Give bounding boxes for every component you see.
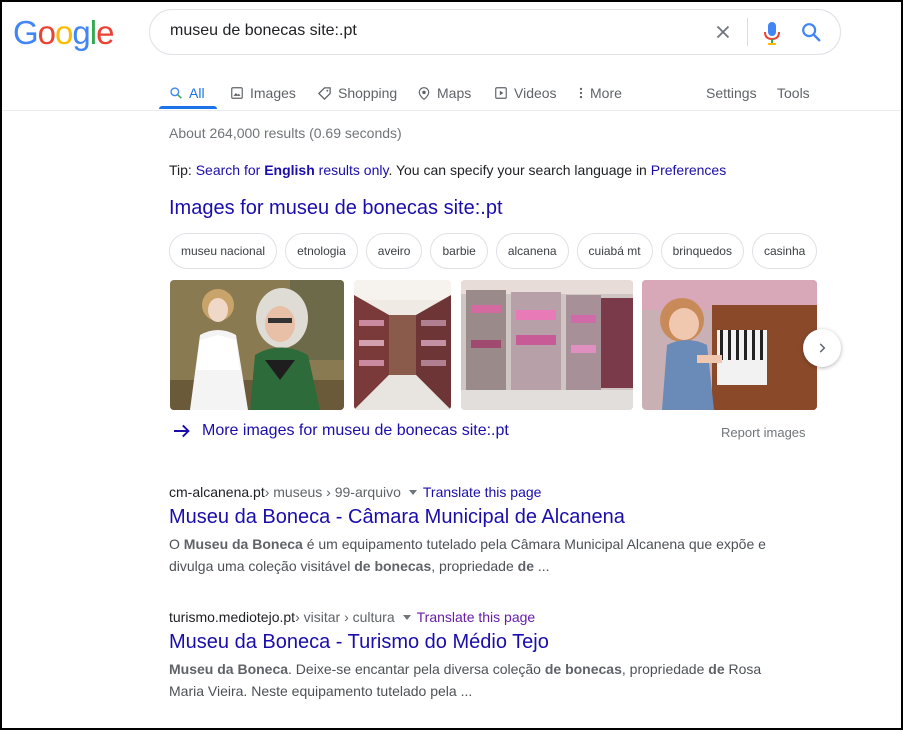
snippet-text: O (169, 536, 184, 552)
caret-down-icon[interactable] (408, 489, 417, 495)
image-icon (231, 87, 243, 99)
clear-icon[interactable] (712, 21, 734, 43)
tab-label: Maps (437, 85, 472, 101)
next-images-button[interactable] (803, 329, 841, 367)
tab-videos[interactable]: Videos (494, 76, 557, 110)
snippet-highlight: de (517, 558, 534, 574)
result-domain: cm-alcanena.pt (169, 484, 265, 500)
tip-prefix: Tip: (169, 162, 196, 178)
tip-middle: . You can specify your search language i… (388, 162, 651, 178)
tip-link-2: results only (318, 162, 389, 178)
result-title-link[interactable]: Museu da Boneca - Câmara Municipal de Al… (169, 506, 769, 529)
search-result: turismo.mediotejo.pt › visitar › cultura… (169, 609, 769, 702)
result-snippet: O Museu da Boneca é um equipamento tutel… (169, 533, 769, 577)
more-images-link[interactable]: More images for museu de bonecas site:.p… (172, 422, 509, 440)
tools-button[interactable]: Tools (777, 76, 810, 110)
result-path: › visitar › cultura (295, 609, 395, 625)
tab-label: Videos (514, 85, 557, 101)
caret-down-icon[interactable] (402, 614, 411, 620)
snippet-text: , propriedade (621, 661, 709, 677)
chevron-right-icon (819, 343, 826, 353)
microphone-icon[interactable] (762, 20, 782, 46)
images-heading-link[interactable]: Images for museu de bonecas site:.pt (169, 197, 503, 220)
chip-casinha[interactable]: casinha (751, 233, 818, 269)
result-snippet: Museu da Boneca. Deixe-se encantar pela … (169, 658, 769, 702)
logo-letter: o (55, 14, 73, 51)
snippet-highlight: de (708, 661, 725, 677)
translate-link[interactable]: Translate this page (417, 609, 536, 625)
snippet-highlight: de bonecas (354, 558, 432, 574)
logo-letter: g (72, 14, 90, 51)
image-thumbnail-doll-display-cases[interactable] (461, 280, 633, 410)
more-vert-icon (579, 87, 583, 99)
chip-alcanena[interactable]: alcanena (495, 233, 569, 269)
preferences-link[interactable]: Preferences (651, 162, 726, 178)
tab-all[interactable]: All (169, 76, 205, 110)
english-only-link[interactable]: Search for English results only (196, 162, 389, 178)
logo-letter: e (96, 14, 114, 51)
tip-link-bold: English (264, 162, 315, 178)
search-input[interactable]: museu de bonecas site:.pt (170, 22, 357, 40)
chip-brinquedos[interactable]: brinquedos (660, 233, 744, 269)
logo-letter: o (37, 14, 56, 51)
result-url[interactable]: turismo.mediotejo.pt › visitar › cultura… (169, 609, 769, 625)
search-submit-icon[interactable] (800, 21, 822, 43)
chip-aveiro[interactable]: aveiro (365, 233, 423, 269)
snippet-highlight: Museu da Boneca (169, 661, 289, 677)
image-thumbnail-museum-corridor[interactable] (354, 280, 451, 410)
snippet-text: ... (534, 558, 550, 574)
tab-label: All (189, 85, 205, 101)
google-logo[interactable]: Google (13, 14, 114, 52)
result-stats: About 264,000 results (0.69 seconds) (169, 125, 402, 141)
image-filter-chips: museu nacional etnologia aveiro barbie a… (169, 233, 818, 269)
chip-barbie[interactable]: barbie (430, 233, 488, 269)
snippet-highlight: Museu da Boneca (183, 536, 303, 552)
chip-museu-nacional[interactable]: museu nacional (169, 233, 278, 269)
search-icon (170, 87, 182, 99)
result-title-link[interactable]: Museu da Boneca - Turismo do Médio Tejo (169, 631, 769, 654)
tab-images[interactable]: Images (230, 76, 296, 110)
language-tip: Tip: Search for English results only. Yo… (169, 162, 726, 178)
tab-maps[interactable]: Maps (417, 76, 471, 110)
translate-link[interactable]: Translate this page (423, 484, 542, 500)
result-url[interactable]: cm-alcanena.pt › museus › 99-arquivo Tra… (169, 484, 769, 500)
snippet-highlight: de bonecas (544, 661, 622, 677)
tab-label: Shopping (338, 85, 398, 101)
tab-label: More (590, 85, 622, 101)
tab-shopping[interactable]: Shopping (317, 76, 397, 110)
result-path: › museus › 99-arquivo (264, 484, 401, 500)
chip-cuiaba-mt[interactable]: cuiabá mt (576, 233, 653, 269)
header-divider (0, 110, 900, 111)
active-tab-indicator (159, 106, 217, 109)
logo-letter: G (13, 14, 39, 51)
result-domain: turismo.mediotejo.pt (169, 609, 296, 625)
search-box[interactable]: museu de bonecas site:.pt (149, 9, 841, 55)
settings-button[interactable]: Settings (706, 76, 757, 110)
search-result: cm-alcanena.pt › museus › 99-arquivo Tra… (169, 484, 769, 577)
tab-label: Images (250, 85, 296, 101)
more-images-label: More images for museu de bonecas site:.p… (202, 422, 509, 439)
search-divider (747, 18, 748, 46)
map-pin-icon (418, 86, 430, 100)
snippet-text: , propriedade (431, 558, 518, 574)
chip-etnologia[interactable]: etnologia (285, 233, 358, 269)
tab-more[interactable]: More (578, 76, 622, 110)
tag-icon (317, 86, 331, 100)
snippet-text: . Deixe-se encantar pela diversa coleção (288, 661, 545, 677)
search-tabs: All Images Shopping Maps Videos More Set… (0, 76, 900, 112)
report-images-link[interactable]: Report images (721, 425, 806, 440)
play-icon (495, 87, 507, 99)
image-thumbnail-woman-with-doll[interactable] (170, 280, 344, 410)
arrow-right-icon (174, 424, 190, 438)
image-thumbnail-doll-at-piano[interactable] (642, 280, 817, 410)
tip-link-1: Search for (195, 162, 261, 178)
